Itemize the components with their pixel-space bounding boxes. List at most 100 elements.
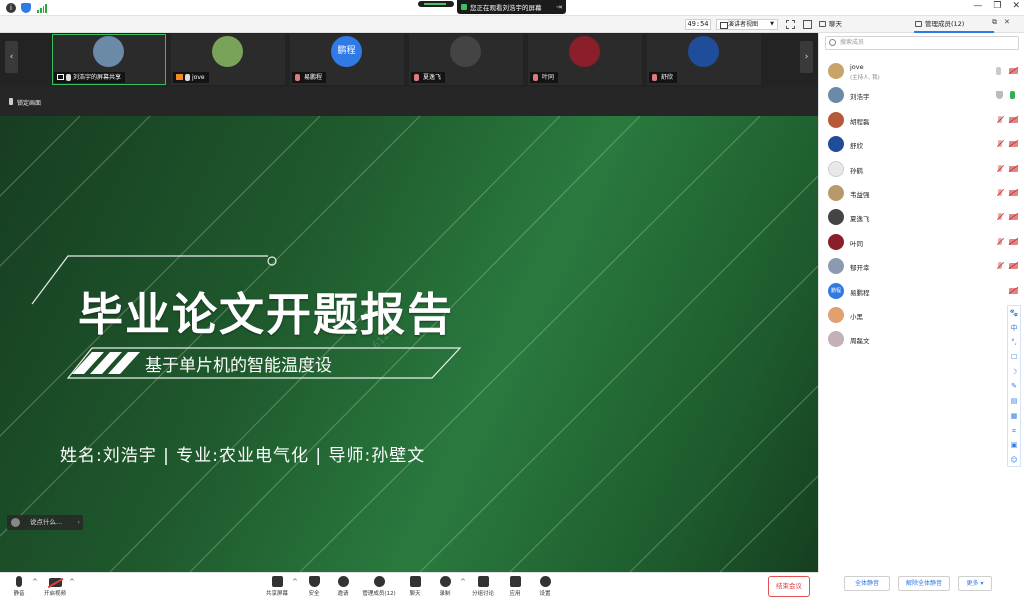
participant-row[interactable]: 胡程磊 xyxy=(819,108,1024,132)
video-off-icon[interactable] xyxy=(1009,141,1018,148)
ime-skin-icon[interactable]: ☽ xyxy=(1008,365,1020,380)
video-tile[interactable]: 舒欣 xyxy=(647,34,761,85)
participant-row[interactable]: 韦益强 xyxy=(819,181,1024,205)
video-off-icon[interactable] xyxy=(1009,263,1018,270)
ime-paw-icon[interactable]: 🐾 xyxy=(1008,306,1020,321)
participant-row[interactable]: 孙鹤 xyxy=(819,157,1024,181)
participant-row[interactable]: 小黑 xyxy=(819,303,1024,327)
share-label: 共享屏幕 xyxy=(265,591,288,597)
participant-row[interactable]: 叶同 xyxy=(819,230,1024,254)
pin-view-button[interactable]: 锁定画面 xyxy=(8,98,41,107)
close-button[interactable]: ✕ xyxy=(1012,1,1020,11)
participant-row[interactable]: 舒欣 xyxy=(819,132,1024,156)
slide-subtitle: 基于单片机的智能温度设 xyxy=(145,356,332,376)
mic-muted-icon[interactable] xyxy=(996,115,1005,124)
meeting-toolbar: 49:54 演讲者视图 ▼ xyxy=(0,16,818,33)
participant-row[interactable]: jove (主持人, 我) xyxy=(819,59,1024,83)
fullscreen-icon[interactable] xyxy=(786,20,795,29)
chat-bubble-icon xyxy=(11,518,20,527)
participant-name: 舒欣 xyxy=(850,142,863,151)
security-shield-icon[interactable] xyxy=(21,3,31,13)
mic-muted-icon[interactable] xyxy=(996,262,1005,270)
tile-name: 叶同 xyxy=(530,72,559,83)
info-icon[interactable]: i xyxy=(6,3,16,13)
more-options-button[interactable]: 更多 ▾ xyxy=(958,576,992,591)
participant-name: 周磊文 xyxy=(850,337,870,346)
view-mode-dropdown[interactable]: 演讲者视图 ▼ xyxy=(716,19,778,30)
view-mode-label: 演讲者视图 xyxy=(728,21,759,28)
ime-punctuation-icon[interactable]: °, xyxy=(1008,335,1020,350)
mute-all-button[interactable]: 全体静音 xyxy=(844,576,890,591)
participant-name: jove xyxy=(850,63,864,71)
say-something-button[interactable]: 说点什么... ‹ xyxy=(7,515,83,530)
share-screen-icon xyxy=(271,576,283,587)
record-label: 录制 xyxy=(439,591,451,597)
video-off-icon[interactable] xyxy=(1009,165,1018,172)
mute-label: 静音 xyxy=(13,591,25,597)
tab-participants[interactable]: 管理成员(12) xyxy=(914,16,994,33)
ime-pen-icon[interactable]: ✎ xyxy=(1008,379,1020,394)
split-view-icon[interactable] xyxy=(803,20,812,29)
ime-keyboard-icon[interactable]: ▤ xyxy=(1008,394,1020,409)
invite-button[interactable]: 邀请 xyxy=(324,575,362,601)
video-tile[interactable]: jove xyxy=(171,34,285,85)
video-tile[interactable]: 叶同 xyxy=(528,34,642,85)
field-background xyxy=(0,116,818,572)
mic-muted-icon[interactable] xyxy=(996,213,1005,221)
restore-button[interactable]: ❐ xyxy=(993,1,1001,11)
ime-language-toggle[interactable]: 中 xyxy=(1008,321,1020,336)
participant-row[interactable]: 鹏程 易鹏程 xyxy=(819,279,1024,303)
participant-row[interactable]: 夏逸飞 xyxy=(819,205,1024,229)
video-tile[interactable]: 刘浩宇的屏幕共享 xyxy=(52,34,166,85)
video-off-icon[interactable] xyxy=(1009,238,1018,245)
video-off-icon[interactable] xyxy=(1009,287,1018,294)
participant-row[interactable]: 刘浩宇 xyxy=(819,83,1024,107)
tile-name: 刘浩宇的屏幕共享 xyxy=(54,72,126,83)
record-button[interactable]: 录制 xyxy=(426,575,464,601)
avatar xyxy=(450,36,481,67)
strip-prev-button[interactable]: ‹ xyxy=(5,41,18,73)
popout-icon[interactable]: ⧉ xyxy=(992,18,997,27)
settings-button[interactable]: 设置 xyxy=(526,575,564,601)
participant-list: jove (主持人, 我) 刘浩宇 胡程磊 舒欣 孙鹤 韦益强 夏逸飞 叶同 郁… xyxy=(819,59,1024,352)
mic-muted-icon[interactable] xyxy=(996,237,1005,246)
minimize-button[interactable]: — xyxy=(973,1,982,11)
ime-clipboard-icon[interactable]: ☐ xyxy=(1008,350,1020,365)
video-off-icon[interactable] xyxy=(1009,68,1018,74)
video-tile[interactable]: 鹏程 易鹏程 xyxy=(290,34,404,85)
tile-name: 易鹏程 xyxy=(292,72,327,83)
participant-name: 胡程磊 xyxy=(850,117,870,126)
participant-row[interactable]: 周磊文 xyxy=(819,327,1024,351)
end-meeting-button[interactable]: 结束会议 xyxy=(768,576,810,597)
signal-strength-icon[interactable] xyxy=(37,4,47,13)
panel-close-icon[interactable]: ✕ xyxy=(1004,18,1010,26)
shield-icon xyxy=(996,91,1003,100)
video-off-icon[interactable] xyxy=(1009,189,1018,196)
mic-muted-icon[interactable] xyxy=(996,188,1005,197)
mic-icon xyxy=(185,74,190,81)
unmute-all-button[interactable]: 解除全体静音 xyxy=(898,576,950,591)
mic-muted-icon[interactable] xyxy=(996,164,1005,173)
share-screen-button[interactable]: 共享屏幕 xyxy=(258,575,296,601)
strip-next-button[interactable]: › xyxy=(800,41,813,73)
exit-view-icon[interactable]: ⇥ xyxy=(556,3,562,11)
tab-chat[interactable]: 聊天 xyxy=(818,16,908,32)
video-options-caret[interactable]: ^ xyxy=(69,578,75,586)
microphone-icon[interactable] xyxy=(996,67,1001,75)
manage-members-button[interactable]: 管理成员(12) xyxy=(358,575,400,601)
search-placeholder: 搜索成员 xyxy=(840,39,865,46)
ime-tools-icon[interactable]: ▦ xyxy=(1008,409,1020,424)
audio-level-indicator xyxy=(418,1,454,7)
video-tile[interactable]: 夏逸飞 xyxy=(409,34,523,85)
video-off-icon[interactable] xyxy=(1009,214,1018,221)
mic-muted-icon[interactable] xyxy=(996,140,1005,148)
participant-row[interactable]: 郁开幸 xyxy=(819,254,1024,278)
ime-emoji-icon[interactable]: ☺ xyxy=(1008,453,1020,468)
ime-grid-icon[interactable]: ▣ xyxy=(1008,438,1020,453)
tile-name: 夏逸飞 xyxy=(411,72,446,83)
ime-crop-icon[interactable]: ⌗ xyxy=(1008,424,1020,439)
video-off-icon[interactable] xyxy=(1009,116,1018,123)
member-search-input[interactable]: 搜索成员 xyxy=(825,36,1019,50)
video-strip: ‹ › 刘浩宇的屏幕共享 jove 鹏程 易鹏程 夏逸飞 叶同 舒欣 xyxy=(0,33,818,87)
microphone-active-icon[interactable] xyxy=(1010,91,1015,100)
